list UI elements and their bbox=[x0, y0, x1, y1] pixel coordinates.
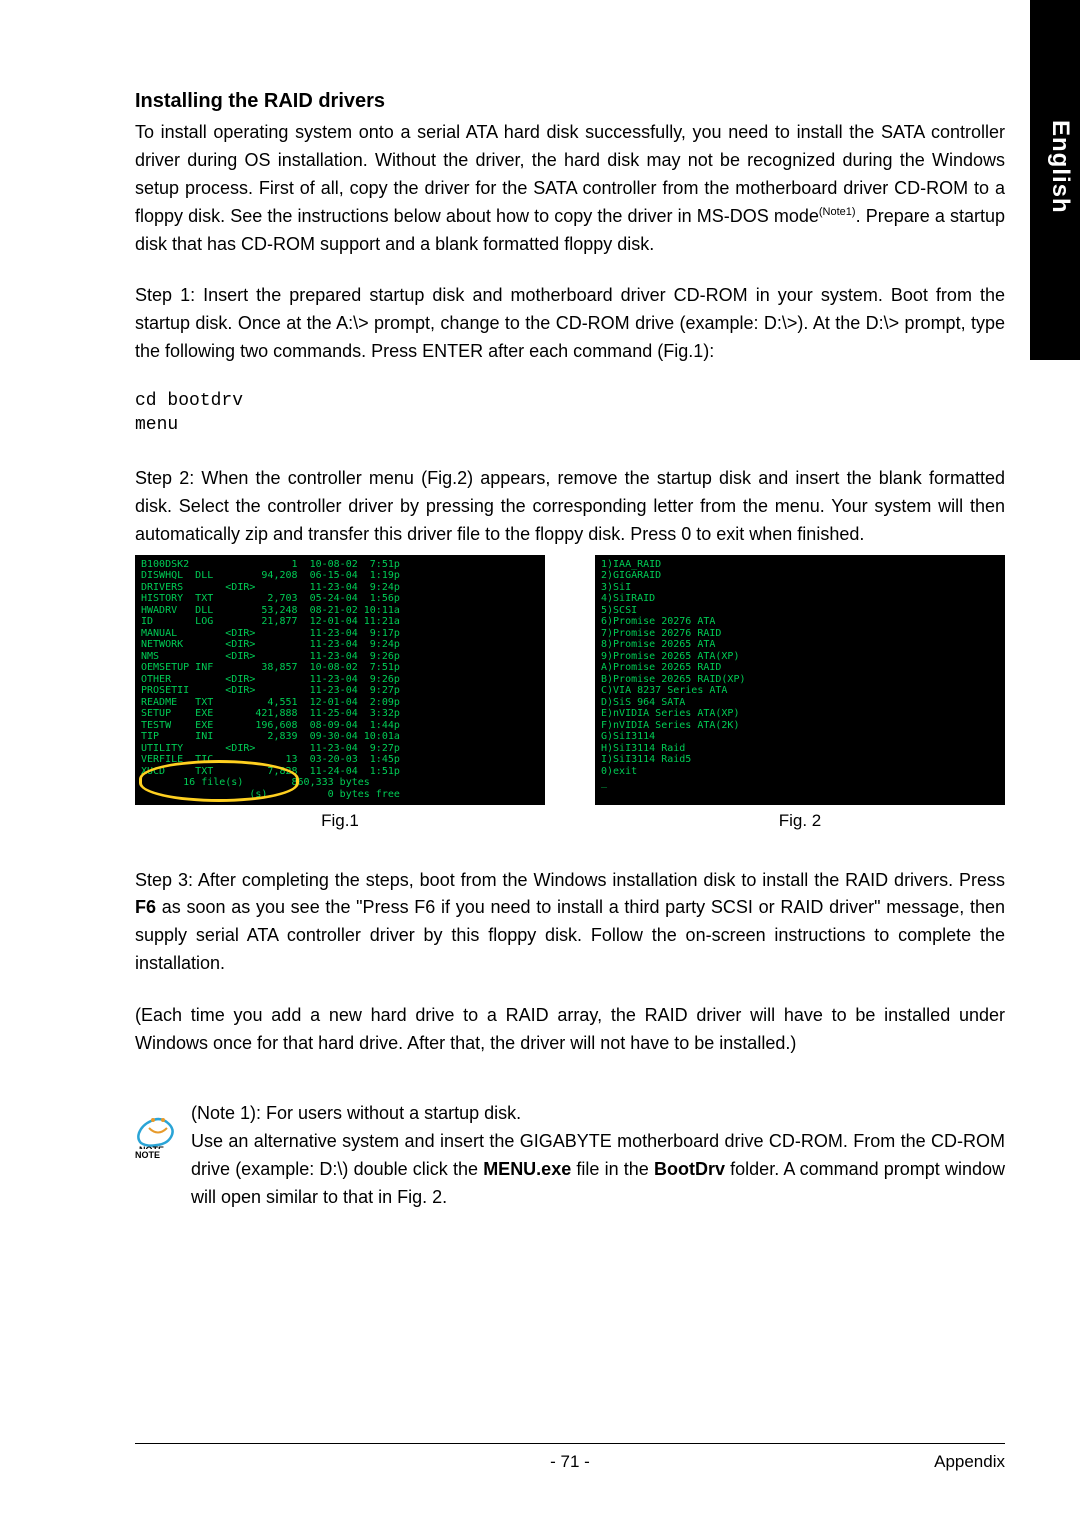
section-name: Appendix bbox=[590, 1452, 1005, 1472]
terminal-fig2: 1)IAA_RAID 2)GIGARAID 3)SiI 4)SiIRAID 5)… bbox=[595, 555, 1005, 805]
step1-paragraph: Step 1: Insert the prepared startup disk… bbox=[135, 282, 1005, 366]
page-number: - 71 - bbox=[550, 1452, 590, 1472]
cmd-cd: cd bootdrv bbox=[135, 390, 1005, 413]
section-heading: Installing the RAID drivers bbox=[135, 90, 1005, 113]
terminal-fig1: B100DSK2 1 10-08-02 7:51p DISWHQL DLL 94… bbox=[135, 555, 545, 805]
terminal2-text: 1)IAA_RAID 2)GIGARAID 3)SiI 4)SiIRAID 5)… bbox=[601, 559, 999, 789]
step3-paragraph: Step 3: After completing the steps, boot… bbox=[135, 867, 1005, 979]
step3-c: as soon as you see the "Press F6 if you … bbox=[135, 897, 1005, 973]
cmd-menu: menu bbox=[135, 414, 1005, 437]
svg-text:NOTE: NOTE bbox=[139, 1145, 164, 1149]
f6-key: F6 bbox=[135, 897, 156, 917]
page-content: Installing the RAID drivers To install o… bbox=[135, 90, 1005, 1211]
caption-row: Fig.1 Fig. 2 bbox=[135, 811, 1005, 831]
language-tab: English bbox=[1046, 120, 1074, 214]
note-text-block: (Note 1): For users without a startup di… bbox=[191, 1100, 1005, 1212]
command-block: cd bootdrv menu bbox=[135, 390, 1005, 437]
step2-paragraph: Step 2: When the controller menu (Fig.2)… bbox=[135, 465, 1005, 549]
step3-a: Step 3: After completing the steps, boot… bbox=[135, 870, 1005, 890]
highlight-oval bbox=[139, 760, 299, 802]
note-rest-c: file in the bbox=[571, 1159, 654, 1179]
page-footer: - 71 - Appendix bbox=[135, 1443, 1005, 1472]
after-paragraph: (Each time you add a new hard drive to a… bbox=[135, 1002, 1005, 1058]
note-line1: (Note 1): For users without a startup di… bbox=[191, 1103, 521, 1123]
intro-paragraph: To install operating system onto a seria… bbox=[135, 119, 1005, 258]
menu-exe: MENU.exe bbox=[483, 1159, 571, 1179]
note-icon: NOTE NOTE bbox=[135, 1103, 181, 1149]
fig1-caption: Fig.1 bbox=[135, 811, 545, 831]
terminals-row: B100DSK2 1 10-08-02 7:51p DISWHQL DLL 94… bbox=[135, 555, 1005, 805]
note-label: NOTE bbox=[135, 1150, 181, 1160]
note-block: NOTE NOTE (Note 1): For users without a … bbox=[135, 1100, 1005, 1212]
note-ref: (Note1) bbox=[819, 206, 856, 218]
fig2-caption: Fig. 2 bbox=[595, 811, 1005, 831]
bootdrv-folder: BootDrv bbox=[654, 1159, 725, 1179]
